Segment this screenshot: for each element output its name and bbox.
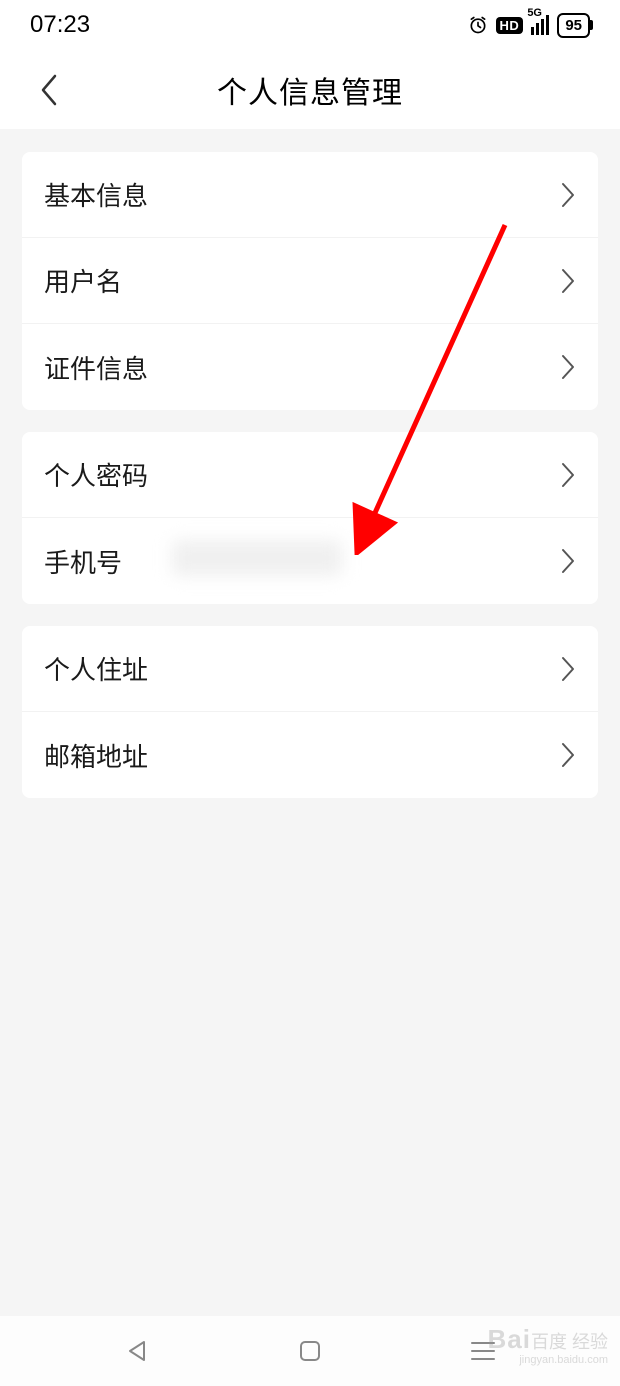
chevron-right-icon xyxy=(560,547,576,575)
row-username[interactable]: 用户名 xyxy=(22,238,598,324)
row-label: 个人住址 xyxy=(44,650,148,687)
nav-back-button[interactable] xyxy=(107,1321,167,1381)
nav-recent-button[interactable] xyxy=(453,1321,513,1381)
chevron-right-icon xyxy=(560,741,576,769)
back-button[interactable] xyxy=(28,70,68,110)
chevron-right-icon xyxy=(560,353,576,381)
chevron-right-icon xyxy=(560,655,576,683)
status-icons: HD 5G 95 xyxy=(468,13,590,38)
status-bar: 07:23 HD 5G 95 xyxy=(0,0,620,50)
settings-group-2: 个人密码 手机号 xyxy=(22,432,598,604)
row-password[interactable]: 个人密码 xyxy=(22,432,598,518)
row-label: 用户名 xyxy=(44,262,122,299)
row-address[interactable]: 个人住址 xyxy=(22,626,598,712)
page-header: 个人信息管理 xyxy=(0,50,620,130)
alarm-icon xyxy=(468,15,488,35)
row-email[interactable]: 邮箱地址 xyxy=(22,712,598,798)
android-nav-bar xyxy=(0,1316,620,1386)
page-title: 个人信息管理 xyxy=(0,68,620,112)
row-label: 证件信息 xyxy=(44,349,148,386)
hd-badge: HD xyxy=(496,17,524,34)
content-area: 基本信息 用户名 证件信息 个人密码 手机号 个人住址 邮箱地址 xyxy=(0,130,620,798)
row-id-info[interactable]: 证件信息 xyxy=(22,324,598,410)
row-label: 个人密码 xyxy=(44,456,148,493)
menu-recent-icon xyxy=(470,1340,496,1362)
chevron-right-icon xyxy=(560,267,576,295)
settings-group-1: 基本信息 用户名 证件信息 xyxy=(22,152,598,410)
chevron-right-icon xyxy=(560,181,576,209)
chevron-right-icon xyxy=(560,461,576,489)
square-home-icon xyxy=(298,1339,322,1363)
row-label: 手机号 xyxy=(44,543,122,580)
row-value-phone xyxy=(122,540,560,583)
row-phone[interactable]: 手机号 xyxy=(22,518,598,604)
signal-icon: 5G xyxy=(531,15,549,35)
battery-icon: 95 xyxy=(557,13,590,38)
nav-home-button[interactable] xyxy=(280,1321,340,1381)
row-basic-info[interactable]: 基本信息 xyxy=(22,152,598,238)
status-time: 07:23 xyxy=(30,11,90,39)
chevron-left-icon xyxy=(37,72,59,108)
row-label: 邮箱地址 xyxy=(44,737,148,774)
settings-group-3: 个人住址 邮箱地址 xyxy=(22,626,598,798)
triangle-back-icon xyxy=(124,1338,150,1364)
row-label: 基本信息 xyxy=(44,176,148,213)
